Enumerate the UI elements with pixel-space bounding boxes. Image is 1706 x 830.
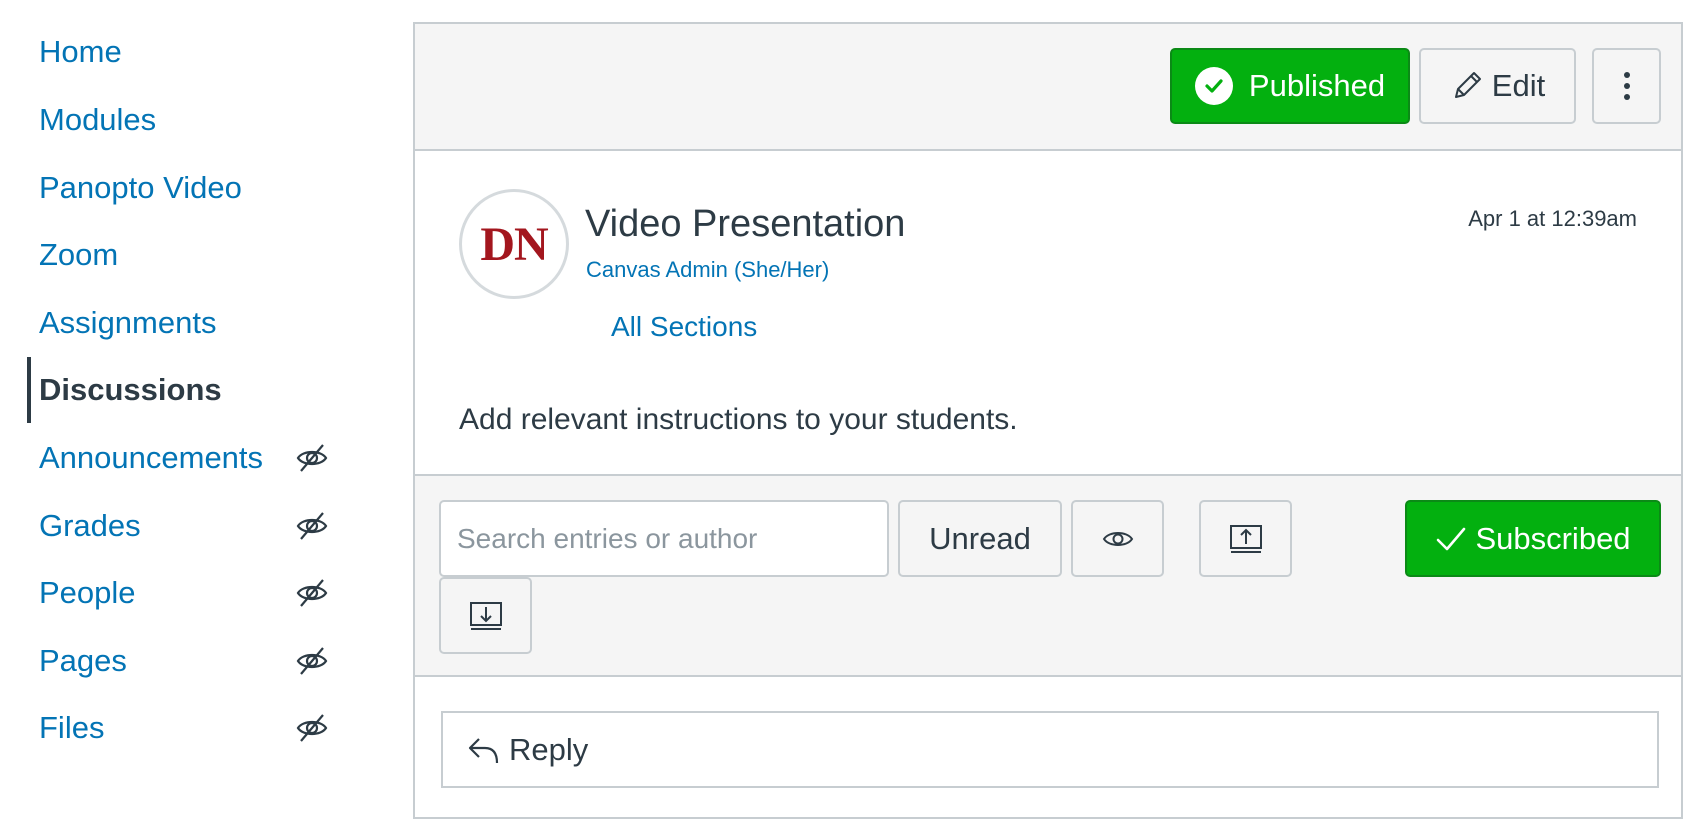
discussion-title: Video Presentation (585, 203, 906, 245)
nav-item-label: Discussions (39, 372, 222, 407)
search-input[interactable] (439, 500, 889, 577)
discussion-header-bar: Published Edit (415, 24, 1681, 151)
nav-item-label: Files (39, 710, 105, 745)
nav-item-announcements[interactable]: Announcements (27, 425, 347, 491)
unread-label: Unread (929, 520, 1031, 556)
reply-arrow-icon (468, 737, 499, 763)
subscribed-button[interactable]: Subscribed (1405, 500, 1661, 577)
author-avatar[interactable]: DN (459, 189, 569, 299)
nav-item-pages[interactable]: Pages (27, 628, 347, 694)
eye-slash-icon (296, 579, 328, 607)
upload-arrow-icon (1229, 524, 1262, 553)
reply-label: Reply (509, 731, 589, 767)
pencil-icon (1454, 72, 1481, 98)
course-navigation: Home Modules Panopto Video Zoom Assignme… (0, 0, 380, 830)
check-circle-icon (1194, 67, 1233, 105)
nav-item-zoom[interactable]: Zoom (27, 222, 347, 288)
nav-item-label: Grades (39, 508, 141, 543)
nav-item-label: Assignments (39, 305, 217, 340)
sections-link[interactable]: All Sections (611, 311, 757, 343)
nav-item-assignments[interactable]: Assignments (27, 290, 347, 356)
published-label: Published (1248, 68, 1386, 103)
nav-item-label: Panopto Video (39, 170, 242, 205)
nav-item-home[interactable]: Home (27, 19, 347, 85)
nav-item-discussions[interactable]: Discussions (27, 357, 347, 423)
more-options-button[interactable] (1592, 48, 1661, 124)
download-arrow-icon (469, 601, 502, 630)
nav-item-label: Pages (39, 643, 127, 678)
eye-slash-icon (296, 444, 328, 472)
eye-slash-icon (296, 714, 328, 742)
toggle-read-view-button[interactable] (1071, 500, 1164, 577)
nav-item-people[interactable]: People (27, 560, 347, 626)
nav-item-label: Modules (39, 102, 157, 137)
discussion-panel: Published Edit DN Video Presentation Can… (413, 22, 1683, 819)
checkmark-icon (1437, 527, 1466, 550)
nav-item-label: People (39, 575, 136, 610)
nav-item-label: Announcements (39, 440, 264, 475)
collapse-replies-button[interactable] (1199, 500, 1292, 577)
published-button[interactable]: Published (1170, 48, 1410, 124)
eye-slash-icon (296, 647, 328, 675)
reply-button[interactable]: Reply (441, 711, 1659, 788)
subscribed-label: Subscribed (1475, 520, 1631, 556)
entries-toolbar: Unread Subscribed (415, 474, 1681, 677)
discussion-message: Add relevant instructions to your studen… (459, 403, 1018, 436)
post-timestamp: Apr 1 at 12:39am (1468, 206, 1637, 231)
nav-item-grades[interactable]: Grades (27, 493, 347, 559)
expand-replies-button[interactable] (439, 577, 532, 654)
nav-item-label: Zoom (39, 237, 119, 272)
eye-slash-icon (296, 512, 328, 540)
author-name-link[interactable]: Canvas Admin (She/Her) (586, 257, 829, 283)
kebab-menu-icon (1623, 72, 1630, 100)
nav-item-label: Home (39, 34, 122, 69)
eye-icon (1102, 531, 1133, 546)
edit-button[interactable]: Edit (1419, 48, 1576, 124)
discussion-post: DN Video Presentation Canvas Admin (She/… (415, 151, 1681, 474)
nav-item-panopto-video[interactable]: Panopto Video (27, 155, 347, 221)
nav-item-files[interactable]: Files (27, 695, 347, 761)
edit-label: Edit (1491, 68, 1546, 103)
nav-item-modules[interactable]: Modules (27, 87, 347, 153)
unread-filter-button[interactable]: Unread (898, 500, 1062, 577)
